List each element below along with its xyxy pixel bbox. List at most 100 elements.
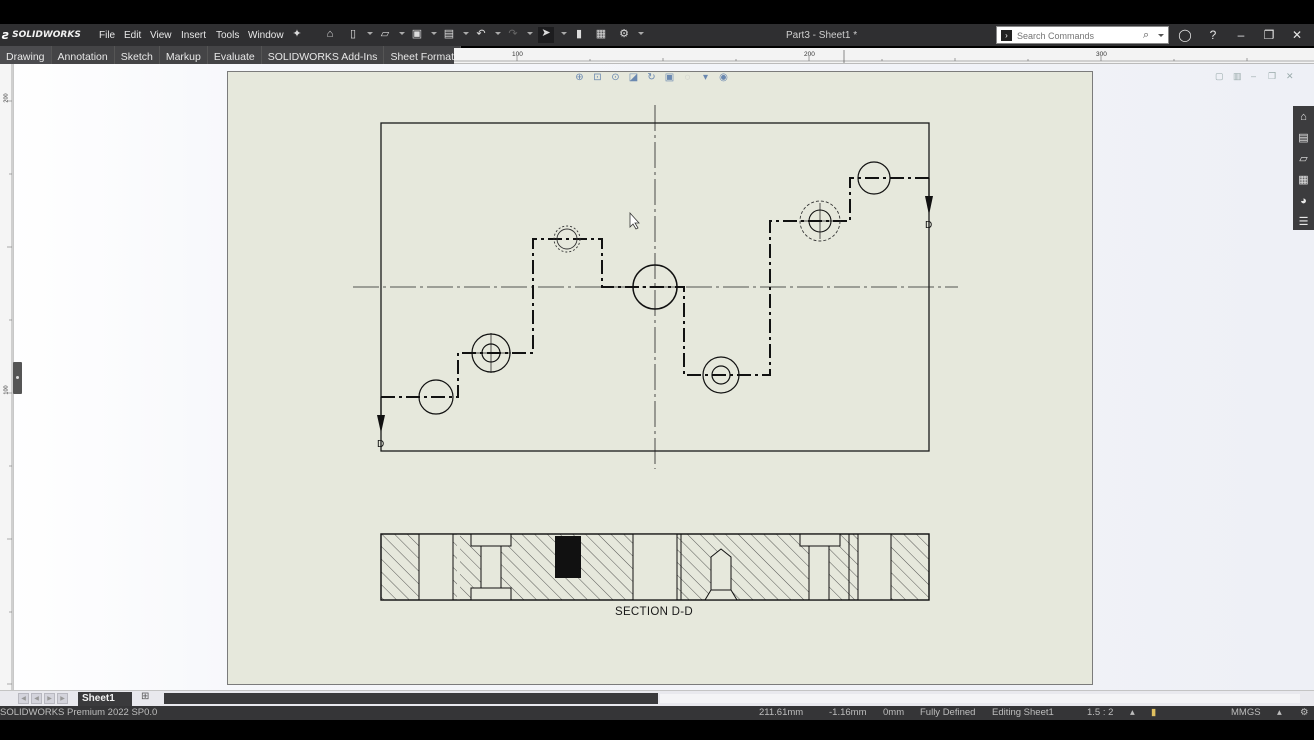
y-coordinate: -1.16mm bbox=[829, 707, 867, 718]
next-sheet-icon[interactable]: ▶ bbox=[44, 693, 55, 704]
unit-system[interactable]: MMGS bbox=[1231, 707, 1261, 718]
document-title: Part3 - Sheet1 * bbox=[786, 30, 858, 41]
section-view-icon[interactable]: ◪ bbox=[626, 72, 641, 83]
rebuild-icon[interactable]: ▮ bbox=[573, 28, 585, 41]
minimize-icon[interactable]: – bbox=[1233, 27, 1249, 43]
previous-view-icon[interactable]: ⊙ bbox=[608, 72, 623, 83]
feature-manager-collapse-handle[interactable] bbox=[13, 362, 22, 394]
scale-dropdown-caret[interactable]: ▴ bbox=[1130, 707, 1135, 718]
user-icon[interactable]: ◯ bbox=[1177, 27, 1193, 43]
search-commands-box[interactable]: › ⌕ bbox=[996, 26, 1169, 44]
restore-icon[interactable]: ❐ bbox=[1261, 27, 1277, 43]
ruler-label: 100 bbox=[512, 51, 523, 58]
counterbore-hole[interactable] bbox=[471, 333, 511, 373]
open-dropdown-caret[interactable] bbox=[399, 32, 405, 35]
redo-icon[interactable]: ↷ bbox=[507, 28, 519, 41]
tile-icon[interactable]: ▢ bbox=[1215, 71, 1224, 82]
menu-file[interactable]: File bbox=[99, 30, 115, 41]
ruler-label: 200 bbox=[804, 51, 815, 58]
sheet-tab-sheet1[interactable]: Sheet1 bbox=[78, 692, 132, 706]
task-pane: ⌂ ▤ ▱ ▦ ◕ ☰ bbox=[1293, 106, 1314, 230]
brand-text: SOLIDWORKS bbox=[12, 30, 81, 40]
menu-edit[interactable]: Edit bbox=[124, 30, 141, 41]
doc-restore-icon[interactable]: ❐ bbox=[1268, 71, 1276, 82]
design-library-icon[interactable]: ▤ bbox=[1293, 128, 1314, 148]
print-dropdown-caret[interactable] bbox=[463, 32, 469, 35]
menu-window[interactable]: Window bbox=[248, 30, 284, 41]
menu-view[interactable]: View bbox=[150, 30, 172, 41]
undo-icon[interactable]: ↶ bbox=[475, 28, 487, 41]
customize-status-icon[interactable]: ⚙ bbox=[1300, 707, 1309, 718]
previous-sheet-icon[interactable]: ◀ bbox=[31, 693, 42, 704]
zoom-to-fit-icon[interactable]: ⊕ bbox=[572, 72, 587, 83]
view-palette-icon[interactable]: ▦ bbox=[1293, 170, 1314, 190]
section-view-label: SECTION D-D bbox=[614, 606, 694, 618]
solidworks-window: ƨ SOLIDWORKS File Edit View Insert Tools… bbox=[0, 0, 1314, 740]
zoom-to-area-icon[interactable]: ⊡ bbox=[590, 72, 605, 83]
section-view[interactable] bbox=[380, 533, 930, 601]
search-dropdown-caret[interactable] bbox=[1158, 34, 1164, 37]
heads-up-view-toolbar: ⊕ ⊡ ⊙ ◪ ↻ ▣ ◌ ▾ ◉ bbox=[572, 70, 731, 84]
save-icon[interactable]: ▣ bbox=[411, 28, 423, 41]
doc-minimize-icon[interactable]: – bbox=[1251, 71, 1256, 81]
select-dropdown-caret[interactable] bbox=[561, 32, 567, 35]
help-icon[interactable]: ? bbox=[1205, 27, 1221, 43]
horizontal-scrollbar-thumb[interactable] bbox=[164, 693, 658, 704]
top-ruler-ticks bbox=[454, 50, 1314, 63]
z-coordinate: 0mm bbox=[883, 707, 905, 718]
appearances-icon[interactable]: ◕ bbox=[1293, 191, 1314, 211]
close-icon[interactable]: ✕ bbox=[1289, 27, 1305, 43]
ruler-label: 200 bbox=[3, 93, 10, 103]
status-bar: SOLIDWORKS Premium 2022 SP0.0 211.61mm -… bbox=[0, 706, 1314, 720]
drawing-sheet[interactable]: D D bbox=[227, 71, 1093, 685]
options-icon[interactable]: ⚙ bbox=[618, 28, 630, 41]
ruler-label: 100 bbox=[3, 385, 10, 395]
command-prompt-icon: › bbox=[1001, 30, 1012, 41]
save-dropdown-caret[interactable] bbox=[431, 32, 437, 35]
menu-insert[interactable]: Insert bbox=[181, 30, 206, 41]
sketch-state: Fully Defined bbox=[920, 707, 976, 718]
appearance-icon[interactable]: ◉ bbox=[716, 72, 731, 83]
countersink-hole[interactable] bbox=[799, 200, 841, 242]
pin-icon[interactable]: ✦ bbox=[291, 28, 303, 41]
section-letter-left: D bbox=[377, 439, 384, 450]
sheet-tabs-bar: ◀ ◀ ▶ ▶ Sheet1 ⊞ bbox=[0, 690, 1314, 706]
mouse-cursor bbox=[629, 211, 640, 230]
display-style-icon[interactable]: ▾ bbox=[698, 72, 713, 83]
first-sheet-icon[interactable]: ◀ bbox=[18, 693, 29, 704]
undo-dropdown-caret[interactable] bbox=[495, 32, 501, 35]
file-explorer-icon[interactable]: ▱ bbox=[1293, 149, 1314, 169]
open-icon[interactable]: ▱ bbox=[379, 28, 391, 41]
rebuild-status-icon[interactable]: ▮ bbox=[1151, 707, 1156, 718]
title-bar: ƨ SOLIDWORKS File Edit View Insert Tools… bbox=[0, 24, 1314, 46]
solidworks-resources-icon[interactable]: ⌂ bbox=[1293, 107, 1314, 127]
x-coordinate: 211.61mm bbox=[759, 707, 804, 718]
home-icon[interactable]: ⌂ bbox=[324, 28, 336, 41]
doc-close-icon[interactable]: ✕ bbox=[1286, 71, 1294, 82]
custom-properties-icon[interactable]: ☰ bbox=[1293, 212, 1314, 232]
search-input[interactable] bbox=[1017, 29, 1137, 42]
new-dropdown-caret[interactable] bbox=[367, 32, 373, 35]
search-icon[interactable]: ⌕ bbox=[1143, 29, 1149, 42]
options-dropdown-caret[interactable] bbox=[638, 32, 644, 35]
tile-vertical-icon[interactable]: ▥ bbox=[1233, 71, 1242, 82]
drawing-view[interactable]: D D bbox=[228, 72, 1094, 686]
horizontal-scrollbar[interactable] bbox=[660, 694, 1300, 703]
redo-dropdown-caret[interactable] bbox=[527, 32, 533, 35]
sheet-tab-label: Sheet1 bbox=[82, 693, 115, 704]
print-icon[interactable]: ▤ bbox=[443, 28, 455, 41]
rotate-icon[interactable]: ↻ bbox=[644, 72, 659, 83]
editing-status: Editing Sheet1 bbox=[992, 707, 1054, 718]
sheet-scale[interactable]: 1.5 : 2 bbox=[1087, 707, 1113, 718]
hide-show-icon[interactable]: ◌ bbox=[680, 72, 695, 83]
menu-tools[interactable]: Tools bbox=[216, 30, 239, 41]
view-settings-icon[interactable]: ▣ bbox=[662, 72, 677, 83]
file-properties-icon[interactable]: ▦ bbox=[595, 28, 607, 41]
select-icon[interactable]: ➤ bbox=[538, 27, 554, 43]
units-dropdown-caret[interactable]: ▴ bbox=[1277, 707, 1282, 718]
solidworks-logo[interactable]: ƨ SOLIDWORKS bbox=[2, 27, 81, 43]
add-sheet-icon[interactable]: ⊞ bbox=[141, 691, 149, 702]
new-document-icon[interactable]: ▯ bbox=[347, 28, 359, 41]
ruler-label: 300 bbox=[1096, 51, 1107, 58]
last-sheet-icon[interactable]: ▶ bbox=[57, 693, 68, 704]
